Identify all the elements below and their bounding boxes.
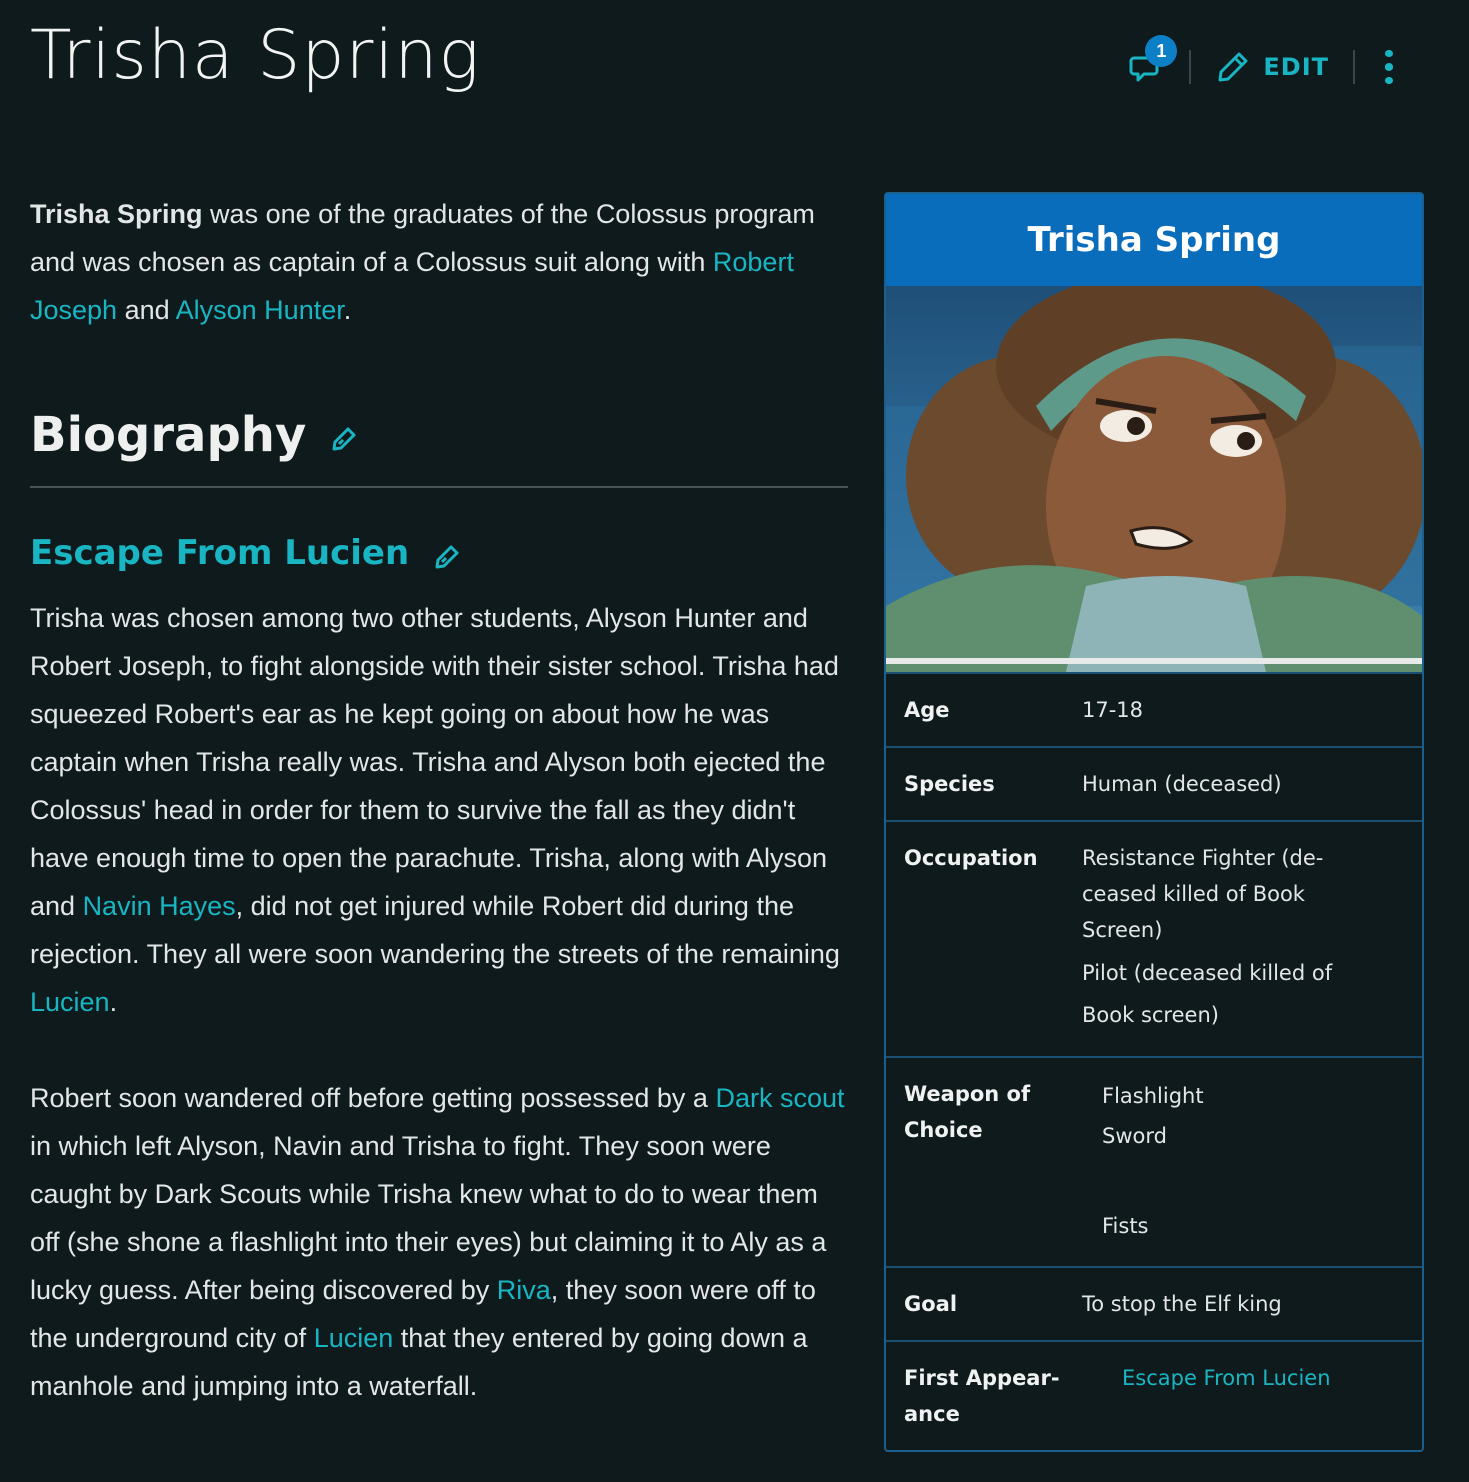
article-content: Trisha Spring was one of the graduates o…: [30, 190, 848, 1410]
occupation-item: Pilot (deceased killed of Book screen): [1082, 961, 1333, 1027]
character-portrait-illustration: [886, 286, 1422, 672]
escape-from-lucien-heading: Escape From Lucien: [30, 533, 410, 573]
weapon-item: Flashlight: [1102, 1084, 1204, 1108]
paragraph-text: Trisha was chosen among two other studen…: [30, 603, 839, 921]
paragraph-text: .: [109, 987, 118, 1017]
infobox-value: Resistance Fighter (de-ceased killed of …: [1082, 840, 1404, 1036]
comments-button[interactable]: 1: [1125, 35, 1178, 87]
intro-paragraph: Trisha Spring was one of the graduates o…: [30, 190, 848, 334]
more-dot-icon: [1385, 63, 1393, 71]
infobox-label: Occupation: [904, 846, 1038, 870]
infobox-row-first-appearance: First Appear-ance Escape From Lucien: [886, 1340, 1422, 1450]
infobox-label: Age: [904, 698, 950, 722]
comment-count-badge: 1: [1145, 35, 1178, 67]
infobox-label: Species: [904, 772, 995, 796]
edit-section-biography-icon[interactable]: [330, 425, 358, 453]
weapon-item: Fists: [1102, 1214, 1149, 1238]
infobox-value: Escape From Lucien: [1122, 1360, 1404, 1432]
infobox-row-species: Species Human (deceased): [886, 746, 1422, 820]
weapon-item: Sword: [1102, 1124, 1167, 1148]
biography-heading: Biography: [30, 407, 307, 463]
link-lucien[interactable]: Lucien: [30, 987, 110, 1017]
occupation-item: Resistance Fighter (de-ceased killed of …: [1082, 846, 1324, 942]
more-options-button[interactable]: [1379, 47, 1399, 87]
infobox-label: Weapon of Choice: [904, 1082, 1031, 1142]
intro-text: .: [343, 295, 352, 325]
link-lucien[interactable]: Lucien: [314, 1323, 394, 1353]
infobox-title: Trisha Spring: [886, 194, 1422, 286]
edit-label: EDIT: [1263, 53, 1329, 81]
infobox-row-goal: Goal To stop the Elf king: [886, 1266, 1422, 1340]
infobox-label: Goal: [904, 1292, 958, 1316]
link-navin-hayes[interactable]: Navin Hayes: [83, 891, 236, 921]
link-riva[interactable]: Riva: [497, 1275, 551, 1305]
character-portrait-image[interactable]: [886, 286, 1422, 672]
infobox-value: Flashlight Sword Fists: [1102, 1076, 1404, 1246]
link-dark-scout[interactable]: Dark scout: [715, 1083, 844, 1113]
intro-text: and: [117, 295, 176, 325]
page-actions: 1 EDIT: [1125, 34, 1399, 100]
infobox-value: Human (deceased): [1082, 772, 1282, 796]
paragraph-text: Robert soon wandered off before getting …: [30, 1083, 716, 1113]
page-title: Trisha Spring: [30, 16, 481, 95]
infobox-row-occupation: Occupation Resistance Fighter (de-ceased…: [886, 820, 1422, 1056]
infobox-value: 17-18: [1082, 698, 1144, 722]
separator: [1353, 50, 1355, 84]
edit-section-escape-icon[interactable]: [433, 543, 461, 571]
biography-section-heading: Biography: [30, 396, 848, 488]
infobox-label: First Appear-ance: [904, 1366, 1060, 1426]
infobox-value: To stop the Elf king: [1082, 1292, 1282, 1316]
character-infobox: Trisha Spring Age 17-18 Species Human (d…: [884, 192, 1424, 1452]
biography-paragraph-1: Trisha was chosen among two other studen…: [30, 594, 848, 1026]
escape-section-heading: Escape From Lucien: [30, 528, 848, 578]
infobox-row-age: Age 17-18: [886, 672, 1422, 746]
link-alyson-hunter[interactable]: Alyson Hunter: [176, 295, 344, 325]
link-escape-from-lucien[interactable]: Escape From Lucien: [1122, 1366, 1331, 1390]
separator: [1189, 50, 1192, 84]
intro-bold-name: Trisha Spring: [30, 199, 203, 229]
more-dot-icon: [1385, 76, 1393, 84]
pencil-icon: [1218, 52, 1248, 82]
edit-button[interactable]: EDIT: [1215, 49, 1329, 85]
biography-paragraph-2: Robert soon wandered off before getting …: [30, 1074, 848, 1410]
infobox-row-weapon: Weapon of Choice Flashlight Sword Fists: [886, 1056, 1422, 1266]
more-dot-icon: [1385, 50, 1393, 58]
